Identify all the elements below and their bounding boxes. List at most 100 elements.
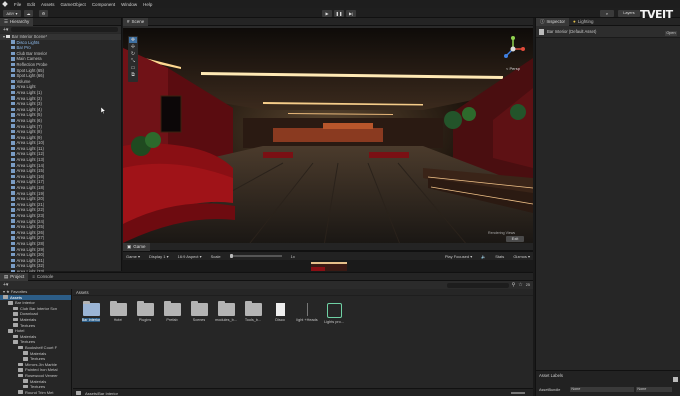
account-dropdown[interactable]: ABY ▾ bbox=[3, 9, 21, 17]
menu-assets[interactable]: Assets bbox=[41, 2, 55, 7]
rotate-tool-icon[interactable]: ↻ bbox=[131, 51, 135, 57]
play-button[interactable]: ▶ bbox=[322, 9, 332, 17]
tab-lighting[interactable]: ● Lighting bbox=[569, 18, 597, 26]
hierarchy-search-input[interactable] bbox=[11, 27, 118, 32]
account-label: ABY bbox=[6, 10, 15, 16]
hierarchy-item-label: Club Bar Interior bbox=[16, 50, 48, 56]
filter-icon[interactable]: ⚲ bbox=[512, 282, 516, 288]
scale-slider-thumb[interactable] bbox=[229, 253, 233, 258]
variant-select[interactable]: None bbox=[636, 387, 673, 392]
play-focused-dropdown[interactable]: Play Focused ▾ bbox=[445, 254, 472, 259]
game-tab-label: Game bbox=[133, 244, 146, 249]
folder-icon bbox=[190, 301, 208, 316]
gameobject-cube-icon bbox=[11, 85, 15, 89]
game-mode-dropdown[interactable]: Game ▾ bbox=[126, 254, 140, 259]
gizmos-dropdown[interactable]: Gizmos ▾ bbox=[513, 254, 530, 259]
menu-help[interactable]: Help bbox=[143, 2, 152, 7]
gameobject-cube-icon bbox=[11, 101, 15, 106]
tab-console[interactable]: ≡ Console bbox=[28, 273, 57, 281]
icon-size-slider[interactable] bbox=[511, 392, 525, 394]
info-icon: ⓘ bbox=[540, 18, 545, 24]
move-tool-icon[interactable]: ✢ bbox=[131, 44, 135, 50]
menu-gameobject[interactable]: GameObject bbox=[61, 2, 86, 7]
gameobject-cube-icon bbox=[11, 174, 15, 179]
pause-button[interactable]: ❚❚ bbox=[334, 9, 344, 17]
aspect-dropdown[interactable]: 16:9 Aspect ▾ bbox=[178, 254, 202, 259]
project-tree-label: Painted Iron Metal bbox=[25, 367, 58, 373]
project-search-input[interactable] bbox=[446, 282, 509, 288]
hierarchy-tabbar: ☰ Hierarchy bbox=[0, 17, 121, 26]
hierarchy-item-label: Area Light (13) bbox=[16, 157, 45, 163]
tab-game[interactable]: ▣ Game bbox=[123, 242, 150, 251]
unity-logo-icon[interactable] bbox=[2, 1, 8, 7]
project-toolbar: +▾ ⚲ ☆ 25 bbox=[0, 281, 533, 289]
menu-file[interactable]: File bbox=[14, 2, 21, 7]
asset-item[interactable]: light +Heads bbox=[294, 303, 320, 322]
hierarchy-toolbar: +▾ bbox=[0, 26, 121, 33]
stats-button[interactable]: Stats bbox=[495, 254, 504, 259]
lighting-tab-label: Lighting bbox=[577, 19, 594, 24]
scale-label: Scale bbox=[210, 253, 221, 259]
add-asset-icon[interactable]: +▾ bbox=[3, 282, 8, 288]
hierarchy-item-label: Area Light (28) bbox=[16, 240, 45, 246]
display-dropdown[interactable]: Display 1 ▾ bbox=[149, 254, 169, 259]
asset-item[interactable]: Bar Interior bbox=[78, 301, 104, 322]
gameobject-cube-icon bbox=[11, 40, 15, 44]
layers-dropdown[interactable]: Layers bbox=[618, 9, 640, 17]
menu-window[interactable]: Window bbox=[121, 2, 137, 7]
asset-browser: Assets Bar Interior Hotel Plugins Prefab Sce… bbox=[73, 289, 533, 396]
persp-label[interactable]: < Persp bbox=[498, 66, 528, 71]
asset-item[interactable]: modules_b... bbox=[213, 301, 239, 322]
unity-scene-icon bbox=[6, 34, 10, 39]
asset-label: Tools_b... bbox=[244, 318, 262, 322]
step-button[interactable]: ▶| bbox=[346, 9, 356, 17]
rect-tool-icon[interactable]: ▭ bbox=[131, 65, 136, 71]
asset-item[interactable]: Disco bbox=[267, 303, 293, 322]
assetbundle-select[interactable]: None bbox=[570, 387, 635, 392]
game-controller-icon: ▣ bbox=[127, 243, 132, 249]
scene-viewport[interactable]: ✥ ✢ ↻ ⤡ ▭ ⧉ < Persp Rendering Views Exit bbox=[123, 28, 533, 252]
asset-item[interactable]: Lights pro... bbox=[321, 303, 347, 324]
hand-tool-icon[interactable]: ✥ bbox=[129, 37, 137, 43]
main-toolbar: ABY ▾ ☁ ⚙ ▶ ❚❚ ▶| ⌕ Layers TVEIT bbox=[0, 8, 680, 21]
folder-icon bbox=[109, 301, 127, 316]
transform-tool-icon[interactable]: ⧉ bbox=[131, 72, 135, 78]
folder-icon bbox=[244, 301, 262, 316]
menu-edit[interactable]: Edit bbox=[27, 2, 35, 7]
tab-scene[interactable]: # Scene bbox=[123, 17, 149, 26]
hierarchy-item-label: Spot Light (65) bbox=[16, 67, 44, 73]
exit-button[interactable]: Exit bbox=[506, 236, 524, 242]
assetbundle-value: None bbox=[571, 387, 581, 391]
hierarchy-item-label: Area Light (15) bbox=[16, 168, 45, 174]
project-tree-item[interactable]: Round Trim Met bbox=[0, 390, 71, 396]
asset-item[interactable]: Prefab bbox=[159, 301, 185, 322]
add-icon[interactable]: +▾ bbox=[3, 27, 8, 33]
mute-icon[interactable]: 🔈 bbox=[481, 254, 486, 259]
tag-icon[interactable] bbox=[673, 377, 678, 382]
menu-component[interactable]: Component bbox=[92, 2, 115, 7]
tab-project[interactable]: ▤ Project bbox=[0, 272, 29, 281]
tab-hierarchy[interactable]: ☰ Hierarchy bbox=[0, 17, 34, 26]
tab-inspector[interactable]: ⓘ Inspector bbox=[536, 17, 570, 26]
hierarchy-item-label: Area Light (23) bbox=[16, 213, 45, 218]
asset-item[interactable]: Tools_b... bbox=[240, 301, 266, 322]
hierarchy-item-label: Area Light (26) bbox=[16, 229, 45, 235]
hierarchy-item-label: Spot Light (66) bbox=[16, 73, 44, 79]
folder-icon bbox=[23, 384, 28, 389]
asset-item[interactable]: Scenes bbox=[186, 301, 212, 322]
cloud-button[interactable]: ☁ bbox=[24, 9, 33, 17]
asset-item[interactable]: Hotel bbox=[105, 301, 131, 322]
scale-slider[interactable] bbox=[229, 253, 282, 258]
star-icon[interactable]: ☆ bbox=[518, 282, 522, 288]
scale-tool-icon[interactable]: ⤡ bbox=[131, 58, 135, 64]
hierarchy-item-label: Volume bbox=[16, 78, 31, 84]
gameobject-cube-icon bbox=[11, 241, 15, 246]
search-button[interactable]: ⌕ bbox=[600, 9, 614, 17]
collab-button[interactable]: ⚙ bbox=[39, 9, 48, 17]
scene-tab-label: Scene bbox=[131, 19, 145, 24]
open-button[interactable]: Open bbox=[665, 31, 677, 36]
mouse-cursor-icon bbox=[101, 107, 106, 114]
asset-item[interactable]: Plugins bbox=[132, 301, 158, 322]
project-tree-label: Assets bbox=[10, 294, 23, 300]
orientation-gizmo[interactable]: < Persp bbox=[498, 34, 528, 71]
